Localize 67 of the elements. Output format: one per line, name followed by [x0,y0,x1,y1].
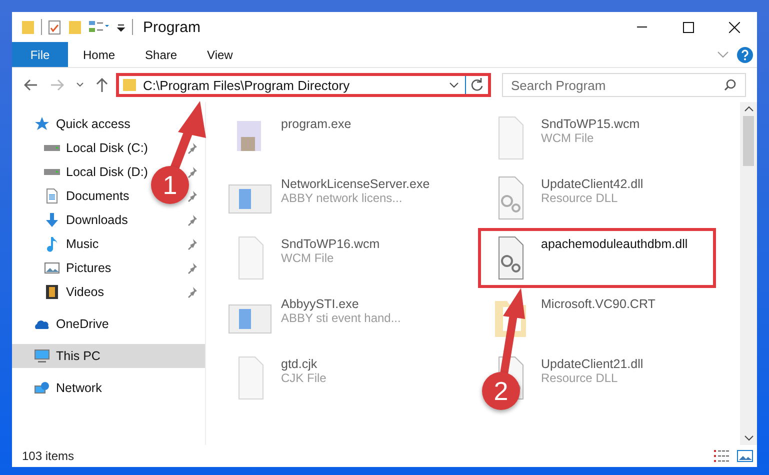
file-name[interactable]: apachemoduleauthdbm.dll [541,237,688,251]
recent-icon[interactable] [76,82,84,88]
file-type: Resource DLL [541,371,618,385]
file-item[interactable]: apachemoduleauthdbm.dll [478,228,716,288]
sidebar-item[interactable]: Pictures [66,261,112,275]
window-title: Program [143,18,201,36]
file-type: WCM File [541,131,594,145]
ribbon-tab[interactable]: Share [130,42,192,67]
file-type: Resource DLL [541,191,618,205]
sidebar-item[interactable]: This PC [12,344,205,368]
ribbon-tab[interactable]: Home [68,42,130,67]
scroll-thumb[interactable] [743,116,754,166]
star-icon [34,116,50,132]
search-field[interactable]: Search Program [502,73,746,97]
sidebar-item[interactable]: OneDrive [56,317,109,331]
address-bar[interactable]: C:\Program Files\Program Directory [116,73,491,97]
file-name[interactable]: Microsoft.VC90.CRT [541,297,656,311]
chevron-icon[interactable] [717,50,729,58]
file-name[interactable]: UpdateClient42.dll [541,177,644,191]
sidebar-item[interactable]: Videos [66,285,104,299]
file-name[interactable]: gtd.cjk [281,357,318,371]
sidebar-item[interactable]: Music [66,237,99,251]
document-icon [44,188,60,204]
sidebar-item[interactable]: Local Disk (D:) [66,165,148,179]
close-icon [728,22,740,32]
file-type: ABBY sti event hand... [281,311,401,325]
help-icon[interactable] [737,46,753,62]
search-icon [724,79,736,91]
file-name[interactable]: NetworkLicenseServer.exe [281,177,430,191]
drive-icon [44,169,60,175]
details-view-icon[interactable] [713,449,731,463]
file-name[interactable]: AbbyySTI.exe [281,297,359,311]
file-name[interactable]: UpdateClient21.dll [541,357,644,371]
file-name[interactable]: program.exe [281,117,352,131]
properties-icon[interactable] [48,19,62,35]
drive-icon [44,145,60,151]
file-name[interactable]: SndToWP16.wcm [281,237,380,251]
scrollbar[interactable] [740,102,757,445]
thumbnail-view-icon[interactable] [737,449,753,463]
maximize-icon [682,22,694,32]
sidebar-item[interactable]: Documents [66,189,130,203]
file-type: CJK File [281,371,326,385]
music-icon [44,236,60,252]
sidebar-item[interactable]: Quick access [56,117,130,131]
file-type: ABBY network licens... [281,191,402,205]
sidebar-item[interactable]: Local Disk (C:) [66,141,148,155]
minimize-icon [637,26,647,28]
file-name[interactable]: SndToWP15.wcm [541,117,640,131]
sidebar-item[interactable]: Downloads [66,213,128,227]
file-type: WCM File [281,251,334,265]
computer-icon [34,348,50,364]
folder-icon [21,19,35,35]
back-icon[interactable] [24,79,38,91]
download-icon [44,212,60,228]
picture-icon [44,260,60,276]
dropdown-icon[interactable] [449,81,459,89]
scroll-down-icon[interactable] [744,435,754,441]
view-options-icon[interactable] [88,19,110,35]
file-tab[interactable]: File [12,42,68,67]
network-icon [34,380,50,396]
video-icon [44,284,60,300]
item-count: 103 items [22,449,74,463]
ribbon-tab[interactable]: View [192,42,248,67]
sidebar-item[interactable]: Network [56,381,102,395]
up-icon[interactable] [96,78,108,92]
scroll-up-icon[interactable] [744,106,754,112]
folder-icon [123,78,137,92]
